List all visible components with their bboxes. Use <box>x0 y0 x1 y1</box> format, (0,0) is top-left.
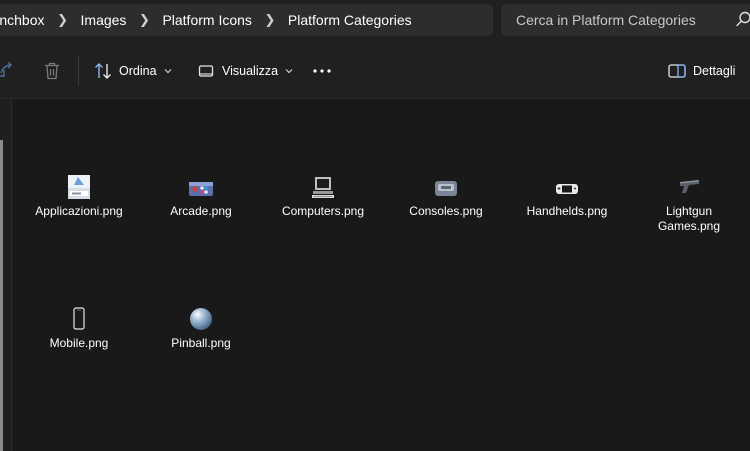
command-bar: Ordina Visualizza Dettagli <box>0 44 750 99</box>
chevron-right-icon: ❯ <box>138 12 150 27</box>
chevron-right-icon: ❯ <box>264 12 276 27</box>
chevron-down-icon <box>285 69 293 74</box>
share-icon[interactable] <box>0 62 12 80</box>
view-label: Visualizza <box>222 64 279 78</box>
handheld-icon <box>556 184 578 194</box>
file-name: Lightgun Games.png <box>657 204 721 233</box>
search-icon[interactable] <box>734 0 750 40</box>
breadcrumb-item-images[interactable]: Images <box>81 12 127 28</box>
file-item[interactable]: Lightgun Games.png <box>634 174 744 234</box>
file-item[interactable]: Arcade.png <box>146 174 256 219</box>
console-icon <box>435 181 457 196</box>
details-pane-icon <box>668 64 686 78</box>
file-name: Consoles.png <box>409 204 483 218</box>
details-pane-button[interactable]: Dettagli <box>668 55 735 87</box>
computer-icon <box>312 177 334 198</box>
breadcrumb-item-platform-categories[interactable]: Platform Categories <box>288 12 412 28</box>
sort-icon <box>95 63 111 79</box>
delete-icon[interactable] <box>44 62 60 80</box>
breadcrumb-item-launchbox[interactable]: Launchbox <box>0 12 45 28</box>
breadcrumb-item-platform-icons[interactable]: Platform Icons <box>162 12 251 28</box>
breadcrumb[interactable]: Launchbox ❯ Images ❯ Platform Icons ❯ Pl… <box>0 4 493 36</box>
chevron-down-icon <box>164 69 171 74</box>
address-bar: Launchbox ❯ Images ❯ Platform Icons ❯ Pl… <box>0 0 750 44</box>
arcade-controls-icon <box>189 182 213 196</box>
file-item[interactable]: Consoles.png <box>391 174 501 219</box>
view-button[interactable]: Visualizza <box>198 55 294 87</box>
sort-label: Ordina <box>119 64 157 78</box>
more-options-icon[interactable] <box>312 66 332 76</box>
file-name: Handhelds.png <box>526 204 608 218</box>
file-item[interactable]: Applicazioni.png <box>24 174 134 219</box>
lightgun-icon <box>680 180 699 193</box>
file-item[interactable]: Mobile.png <box>24 306 134 351</box>
details-label: Dettagli <box>693 64 736 78</box>
search-box[interactable] <box>501 4 750 36</box>
file-name: Applicazioni.png <box>35 204 123 218</box>
search-input[interactable] <box>501 4 731 36</box>
view-icon <box>198 65 214 77</box>
file-item[interactable]: Pinball.png <box>146 306 256 351</box>
file-name: Pinball.png <box>171 336 231 350</box>
file-item[interactable]: Computers.png <box>268 174 378 219</box>
toolbar-divider <box>78 56 79 86</box>
file-name: Computers.png <box>281 204 365 218</box>
file-item[interactable]: Handhelds.png <box>512 174 622 219</box>
file-name: Arcade.png <box>170 204 232 218</box>
chevron-right-icon: ❯ <box>57 12 68 27</box>
navigation-scrollbar[interactable] <box>0 140 3 451</box>
file-name: Mobile.png <box>49 336 109 350</box>
setup-box-icon <box>68 175 90 199</box>
mobile-phone-icon <box>73 307 85 330</box>
sort-button[interactable]: Ordina <box>94 55 173 87</box>
pinball-icon <box>190 308 212 330</box>
